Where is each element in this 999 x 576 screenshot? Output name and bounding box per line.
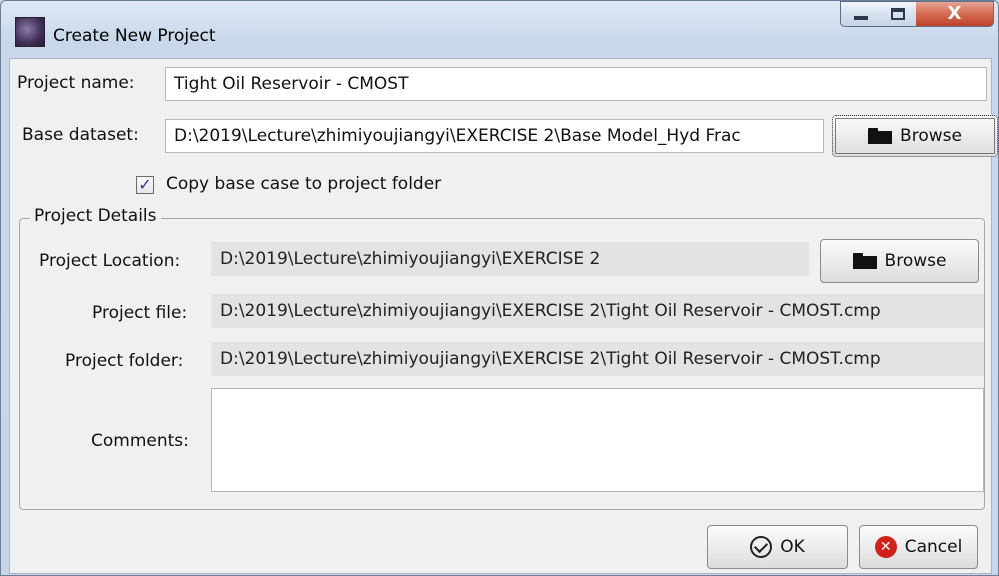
check-circle-icon: [750, 536, 773, 558]
comments-label: Comments:: [91, 431, 189, 451]
browse-label: Browse: [884, 251, 947, 271]
dialog-content: Project name: Tight Oil Reservoir - CMOS…: [9, 58, 998, 574]
dialog-window: Create New Project X Project name: Tight…: [0, 0, 999, 576]
project-location-label: Project Location:: [39, 251, 181, 271]
folder-icon: [852, 253, 877, 269]
project-location-field: D:\2019\Lecture\zhimiyoujiangyi\EXERCISE…: [211, 242, 809, 276]
minimize-icon: [854, 16, 868, 20]
project-file-label: Project file:: [92, 303, 188, 323]
base-dataset-browse-button[interactable]: Browse: [832, 115, 998, 157]
browse-label: Browse: [900, 126, 962, 146]
ok-label: OK: [780, 537, 805, 557]
minimize-button[interactable]: [840, 1, 880, 27]
copy-base-case-label[interactable]: Copy base case to project folder: [166, 174, 441, 194]
close-button[interactable]: X: [916, 1, 994, 27]
base-dataset-input[interactable]: D:\2019\Lecture\zhimiyoujiangyi\EXERCISE…: [165, 119, 824, 153]
copy-base-case-checkbox[interactable]: ✓: [136, 176, 154, 194]
maximize-button[interactable]: [879, 1, 917, 27]
project-location-browse-button[interactable]: Browse: [820, 239, 979, 283]
app-icon: [15, 17, 45, 47]
cancel-button[interactable]: ✕ Cancel: [859, 525, 978, 569]
window-title: Create New Project: [53, 26, 216, 46]
cancel-label: Cancel: [904, 537, 963, 557]
project-details-title: Project Details: [30, 206, 161, 226]
project-file-field: D:\2019\Lecture\zhimiyoujiangyi\EXERCISE…: [211, 294, 984, 328]
base-dataset-label: Base dataset:: [22, 125, 139, 145]
project-folder-field: D:\2019\Lecture\zhimiyoujiangyi\EXERCISE…: [211, 342, 984, 376]
project-folder-label: Project folder:: [65, 351, 184, 371]
ok-button[interactable]: OK: [707, 525, 848, 569]
maximize-icon: [891, 8, 905, 20]
project-name-label: Project name:: [17, 73, 135, 93]
title-bar[interactable]: Create New Project X: [1, 1, 998, 57]
folder-icon: [868, 128, 893, 144]
close-icon: X: [947, 3, 962, 24]
project-name-input[interactable]: Tight Oil Reservoir - CMOST: [165, 67, 987, 101]
comments-textarea[interactable]: [211, 388, 984, 492]
cancel-circle-icon: ✕: [874, 536, 897, 558]
